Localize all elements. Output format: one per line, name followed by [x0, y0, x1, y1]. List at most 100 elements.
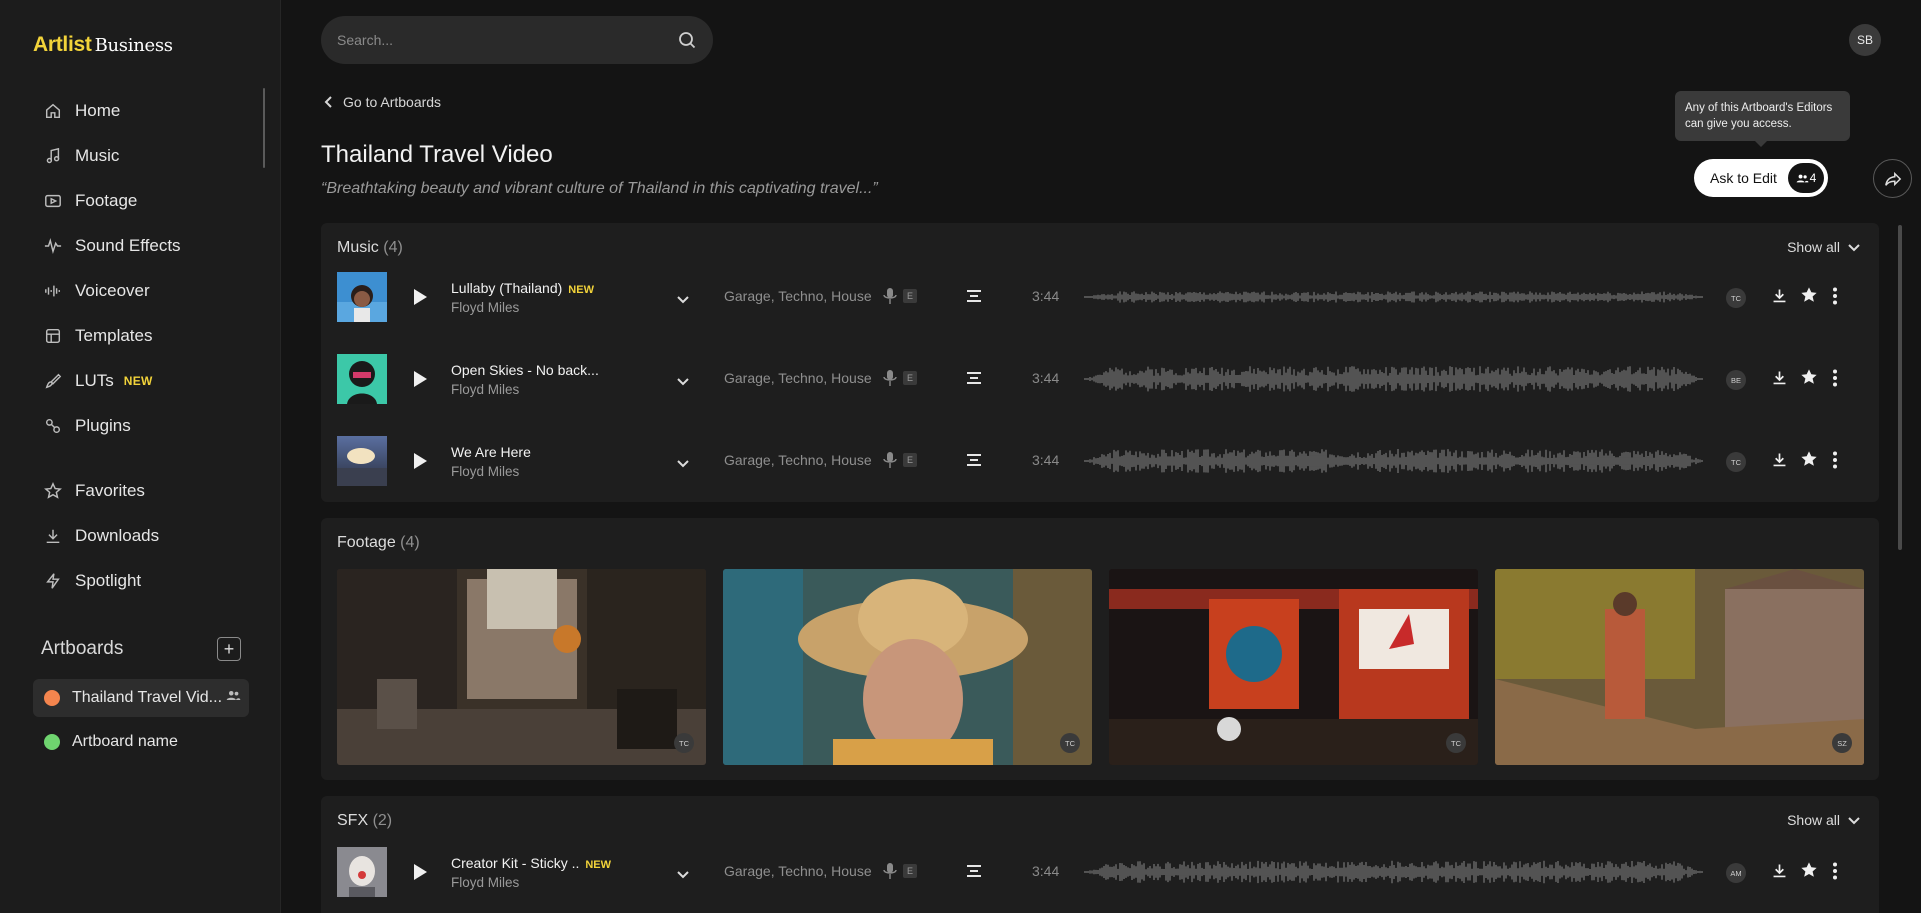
- track-artwork[interactable]: [337, 354, 387, 404]
- favorite-button[interactable]: [1800, 286, 1818, 309]
- track-genres[interactable]: Garage, Techno, House: [724, 288, 872, 304]
- creator-avatar[interactable]: TC: [1726, 288, 1746, 308]
- play-button[interactable]: [414, 864, 427, 880]
- lines-icon: [967, 290, 981, 302]
- back-to-artboards-link[interactable]: Go to Artboards: [323, 94, 441, 110]
- track-row[interactable]: Open Skies - No back... Floyd Miles Gara…: [337, 354, 1863, 404]
- track-genres[interactable]: Garage, Techno, House: [724, 370, 872, 386]
- track-row[interactable]: Creator Kit - Sticky .. NEW Floyd Miles G…: [337, 847, 1863, 897]
- track-name: Lullaby (Thailand): [451, 280, 563, 296]
- similar-tracks-button[interactable]: [966, 288, 982, 309]
- creator-avatar[interactable]: AM: [1726, 863, 1746, 883]
- chevron-down-icon: [677, 871, 689, 879]
- artlist-business-logo[interactable]: Artlist Business: [33, 33, 173, 57]
- search-input[interactable]: [337, 32, 677, 48]
- play-button[interactable]: [414, 371, 427, 387]
- sidebar-item-label: Home: [75, 100, 121, 120]
- music-show-all-button[interactable]: Show all: [1787, 239, 1860, 255]
- artboard-item-artboard-name[interactable]: Artboard name: [33, 723, 249, 761]
- sidebar-item-downloads[interactable]: Downloads: [33, 513, 263, 558]
- sidebar-item-spotlight[interactable]: Spotlight: [33, 558, 263, 603]
- track-artwork[interactable]: [337, 847, 387, 897]
- track-artist[interactable]: Floyd Miles: [451, 382, 519, 397]
- waveform[interactable]: [1083, 855, 1704, 889]
- ask-to-edit-button[interactable]: Ask to Edit 4: [1694, 159, 1828, 197]
- footage-clip[interactable]: SZ: [1495, 569, 1864, 765]
- track-genres[interactable]: Garage, Techno, House: [724, 452, 872, 468]
- download-button[interactable]: [1771, 287, 1788, 309]
- sidebar-item-footage[interactable]: Footage: [33, 178, 263, 223]
- track-duration: 3:44: [1032, 863, 1060, 879]
- expand-button[interactable]: [677, 867, 689, 885]
- similar-tracks-button[interactable]: [966, 863, 982, 884]
- share-button[interactable]: [1873, 159, 1912, 198]
- download-button[interactable]: [1771, 451, 1788, 473]
- more-options-button[interactable]: [1832, 451, 1838, 474]
- new-badge: NEW: [585, 859, 612, 871]
- favorite-button[interactable]: [1800, 368, 1818, 391]
- more-options-button[interactable]: [1832, 369, 1838, 392]
- sidebar-item-label: Voiceover: [75, 280, 150, 300]
- sfx-show-all-button[interactable]: Show all: [1787, 812, 1860, 828]
- track-artist[interactable]: Floyd Miles: [451, 300, 519, 315]
- artboard-item-thailand[interactable]: Thailand Travel Vid...: [33, 679, 249, 717]
- footage-clip[interactable]: TC: [337, 569, 706, 765]
- footage-clip[interactable]: TC: [723, 569, 1092, 765]
- similar-tracks-button[interactable]: [966, 452, 982, 473]
- chevron-down-icon: [677, 460, 689, 468]
- sidebar-item-favorites[interactable]: Favorites: [33, 468, 263, 513]
- creator-avatar[interactable]: TC: [674, 733, 694, 753]
- track-title[interactable]: We Are Here: [451, 444, 531, 460]
- track-row[interactable]: We Are Here Floyd Miles Garage, Techno, …: [337, 436, 1863, 486]
- expand-button[interactable]: [677, 292, 689, 310]
- creator-avatar[interactable]: TC: [1726, 452, 1746, 472]
- track-title[interactable]: Lullaby (Thailand) NEW: [451, 280, 594, 296]
- footage-clip[interactable]: TC: [1109, 569, 1478, 765]
- sidebar-item-home[interactable]: Home: [33, 88, 263, 133]
- download-icon: [43, 526, 63, 546]
- ask-to-edit-label: Ask to Edit: [1710, 170, 1777, 186]
- more-options-button[interactable]: [1832, 287, 1838, 310]
- section-title-label: SFX: [337, 812, 369, 829]
- creator-avatar[interactable]: TC: [1060, 733, 1080, 753]
- track-artwork[interactable]: [337, 436, 387, 486]
- download-button[interactable]: [1771, 862, 1788, 884]
- main-scrollbar[interactable]: [1898, 225, 1902, 550]
- download-button[interactable]: [1771, 369, 1788, 391]
- play-button[interactable]: [414, 453, 427, 469]
- track-row[interactable]: Lullaby (Thailand) NEW Floyd Miles Garage…: [337, 272, 1863, 322]
- track-title[interactable]: Open Skies - No back...: [451, 362, 599, 378]
- user-avatar[interactable]: SB: [1849, 24, 1881, 56]
- sidebar-item-plugins[interactable]: Plugins: [33, 403, 263, 448]
- creator-avatar[interactable]: TC: [1446, 733, 1466, 753]
- track-artwork[interactable]: [337, 272, 387, 322]
- track-genres[interactable]: Garage, Techno, House: [724, 863, 872, 879]
- search-bar[interactable]: [321, 16, 713, 64]
- more-options-button[interactable]: [1832, 862, 1838, 885]
- favorite-button[interactable]: [1800, 861, 1818, 884]
- star-icon: [1801, 287, 1817, 302]
- track-name: Open Skies - No back...: [451, 362, 599, 378]
- play-button[interactable]: [414, 289, 427, 305]
- expand-button[interactable]: [677, 456, 689, 474]
- track-artist[interactable]: Floyd Miles: [451, 875, 519, 890]
- sidebar-scrollbar[interactable]: [263, 88, 265, 168]
- sidebar-item-luts[interactable]: LUTs NEW: [33, 358, 263, 403]
- similar-tracks-button[interactable]: [966, 370, 982, 391]
- sidebar-item-voiceover[interactable]: Voiceover: [33, 268, 263, 313]
- add-artboard-button[interactable]: +: [217, 637, 241, 661]
- sidebar-item-templates[interactable]: Templates: [33, 313, 263, 358]
- vocals-icon: [883, 370, 897, 391]
- expand-button[interactable]: [677, 374, 689, 392]
- favorite-button[interactable]: [1800, 450, 1818, 473]
- waveform[interactable]: [1083, 362, 1704, 396]
- creator-avatar[interactable]: BE: [1726, 370, 1746, 390]
- track-title[interactable]: Creator Kit - Sticky .. NEW: [451, 855, 611, 871]
- track-artist[interactable]: Floyd Miles: [451, 464, 519, 479]
- creator-avatar[interactable]: SZ: [1832, 733, 1852, 753]
- waveform[interactable]: [1083, 280, 1704, 314]
- waveform[interactable]: [1083, 444, 1704, 478]
- search-icon[interactable]: [677, 30, 697, 50]
- sidebar-item-sound-effects[interactable]: Sound Effects: [33, 223, 263, 268]
- sidebar-item-music[interactable]: Music: [33, 133, 263, 178]
